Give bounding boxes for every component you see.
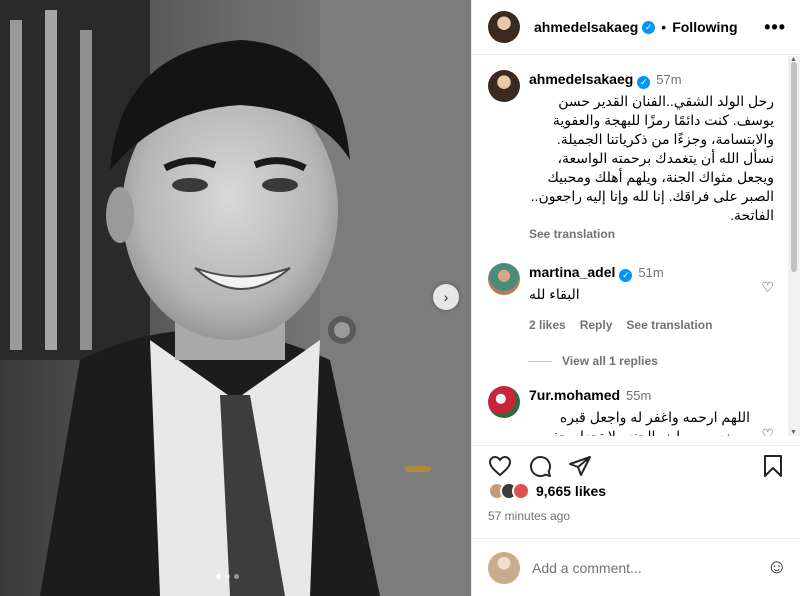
scroll-down-icon[interactable]: ▼ [790,429,797,436]
comment-text: اللهم ارحمه واغفر له واجعل قبره روضه من … [537,409,750,436]
comment-item: martina_adel ✓ 51m البقاء لله 2 likes Repl… [488,263,774,332]
caption-text: رحل الولد الشقي..الفنان القدير حسن يوسف.… [530,93,774,223]
post-header: ahmedelsakaeg ✓ • Following ••• [472,0,800,55]
comments-scrollbar[interactable]: ▲ ▼ [788,56,800,436]
reply-button[interactable]: Reply [580,318,613,332]
chevron-right-icon: › [443,289,449,305]
comment-time[interactable]: 55m [626,388,651,403]
comment-see-translation[interactable]: See translation [626,318,712,332]
separator-dot: • [661,19,667,35]
comment-input[interactable] [532,559,767,576]
caption-time[interactable]: 57m [656,72,681,87]
carousel-indicator [216,574,239,579]
comment-time[interactable]: 51m [638,265,663,280]
replies-divider [528,360,552,362]
post-details-panel: ahmedelsakaeg ✓ • Following ••• ahmedels… [471,0,800,596]
carousel-dot-1 [216,574,221,579]
caption: ahmedelsakaeg ✓ 57m رحل الولد الشقي..الفنا… [488,70,774,241]
comment-icon[interactable] [526,452,554,480]
verified-badge-icon: ✓ [637,75,651,89]
comment-item: 7ur.mohamed 55m اللهم ارحمه واغفر له واجع… [488,386,774,436]
commenter-avatar[interactable] [488,263,520,295]
carousel-dot-2 [225,574,230,579]
caption-avatar[interactable] [488,70,520,102]
commenter-handle[interactable]: martina_adel [529,264,615,280]
comment-composer: ☺ [472,538,800,596]
scroll-thumb[interactable] [791,62,797,272]
verified-badge-icon: ✓ [642,20,656,34]
comments-list[interactable]: ahmedelsakaeg ✓ 57m رحل الولد الشقي..الفنا… [472,56,788,436]
post-timestamp[interactable]: 57 minutes ago [488,509,570,523]
carousel-next-button[interactable]: › [433,284,459,310]
post-media[interactable]: › [0,0,471,596]
following-button[interactable]: Following [672,19,737,35]
post-actions [472,445,800,485]
share-icon[interactable] [566,452,594,480]
caption-see-translation[interactable]: See translation [529,227,774,241]
comment-meta: 2 likes Reply See translation [529,318,774,332]
more-options-icon[interactable]: ••• [764,17,786,38]
view-replies-label: View all 1 replies [562,354,658,368]
carousel-dot-3 [234,574,239,579]
post-photo [0,0,471,596]
author-handle[interactable]: ahmedelsakaeg [534,19,638,35]
likes-summary[interactable]: 9,665 likes [488,482,606,500]
comment-likes[interactable]: 2 likes [529,318,566,332]
liker-avatar [512,482,530,500]
commenter-handle[interactable]: 7ur.mohamed [529,387,620,403]
comment-text: البقاء لله [529,286,580,302]
liker-avatars [488,482,530,500]
caption-author[interactable]: ahmedelsakaeg [529,71,633,87]
author-info: ahmedelsakaeg ✓ • Following [534,19,738,35]
bookmark-icon[interactable] [759,452,787,480]
current-user-avatar [488,551,520,584]
view-replies-button[interactable]: View all 1 replies [528,354,774,368]
comment-like-heart-icon[interactable]: ♡ [761,279,774,296]
verified-badge-icon: ✓ [619,268,633,282]
author-avatar[interactable] [488,11,520,43]
comment-like-heart-icon[interactable]: ♡ [761,426,774,436]
likes-count[interactable]: 9,665 likes [536,483,606,499]
like-heart-icon[interactable] [486,452,514,480]
commenter-avatar[interactable] [488,386,520,418]
emoji-icon[interactable]: ☺ [767,556,787,579]
